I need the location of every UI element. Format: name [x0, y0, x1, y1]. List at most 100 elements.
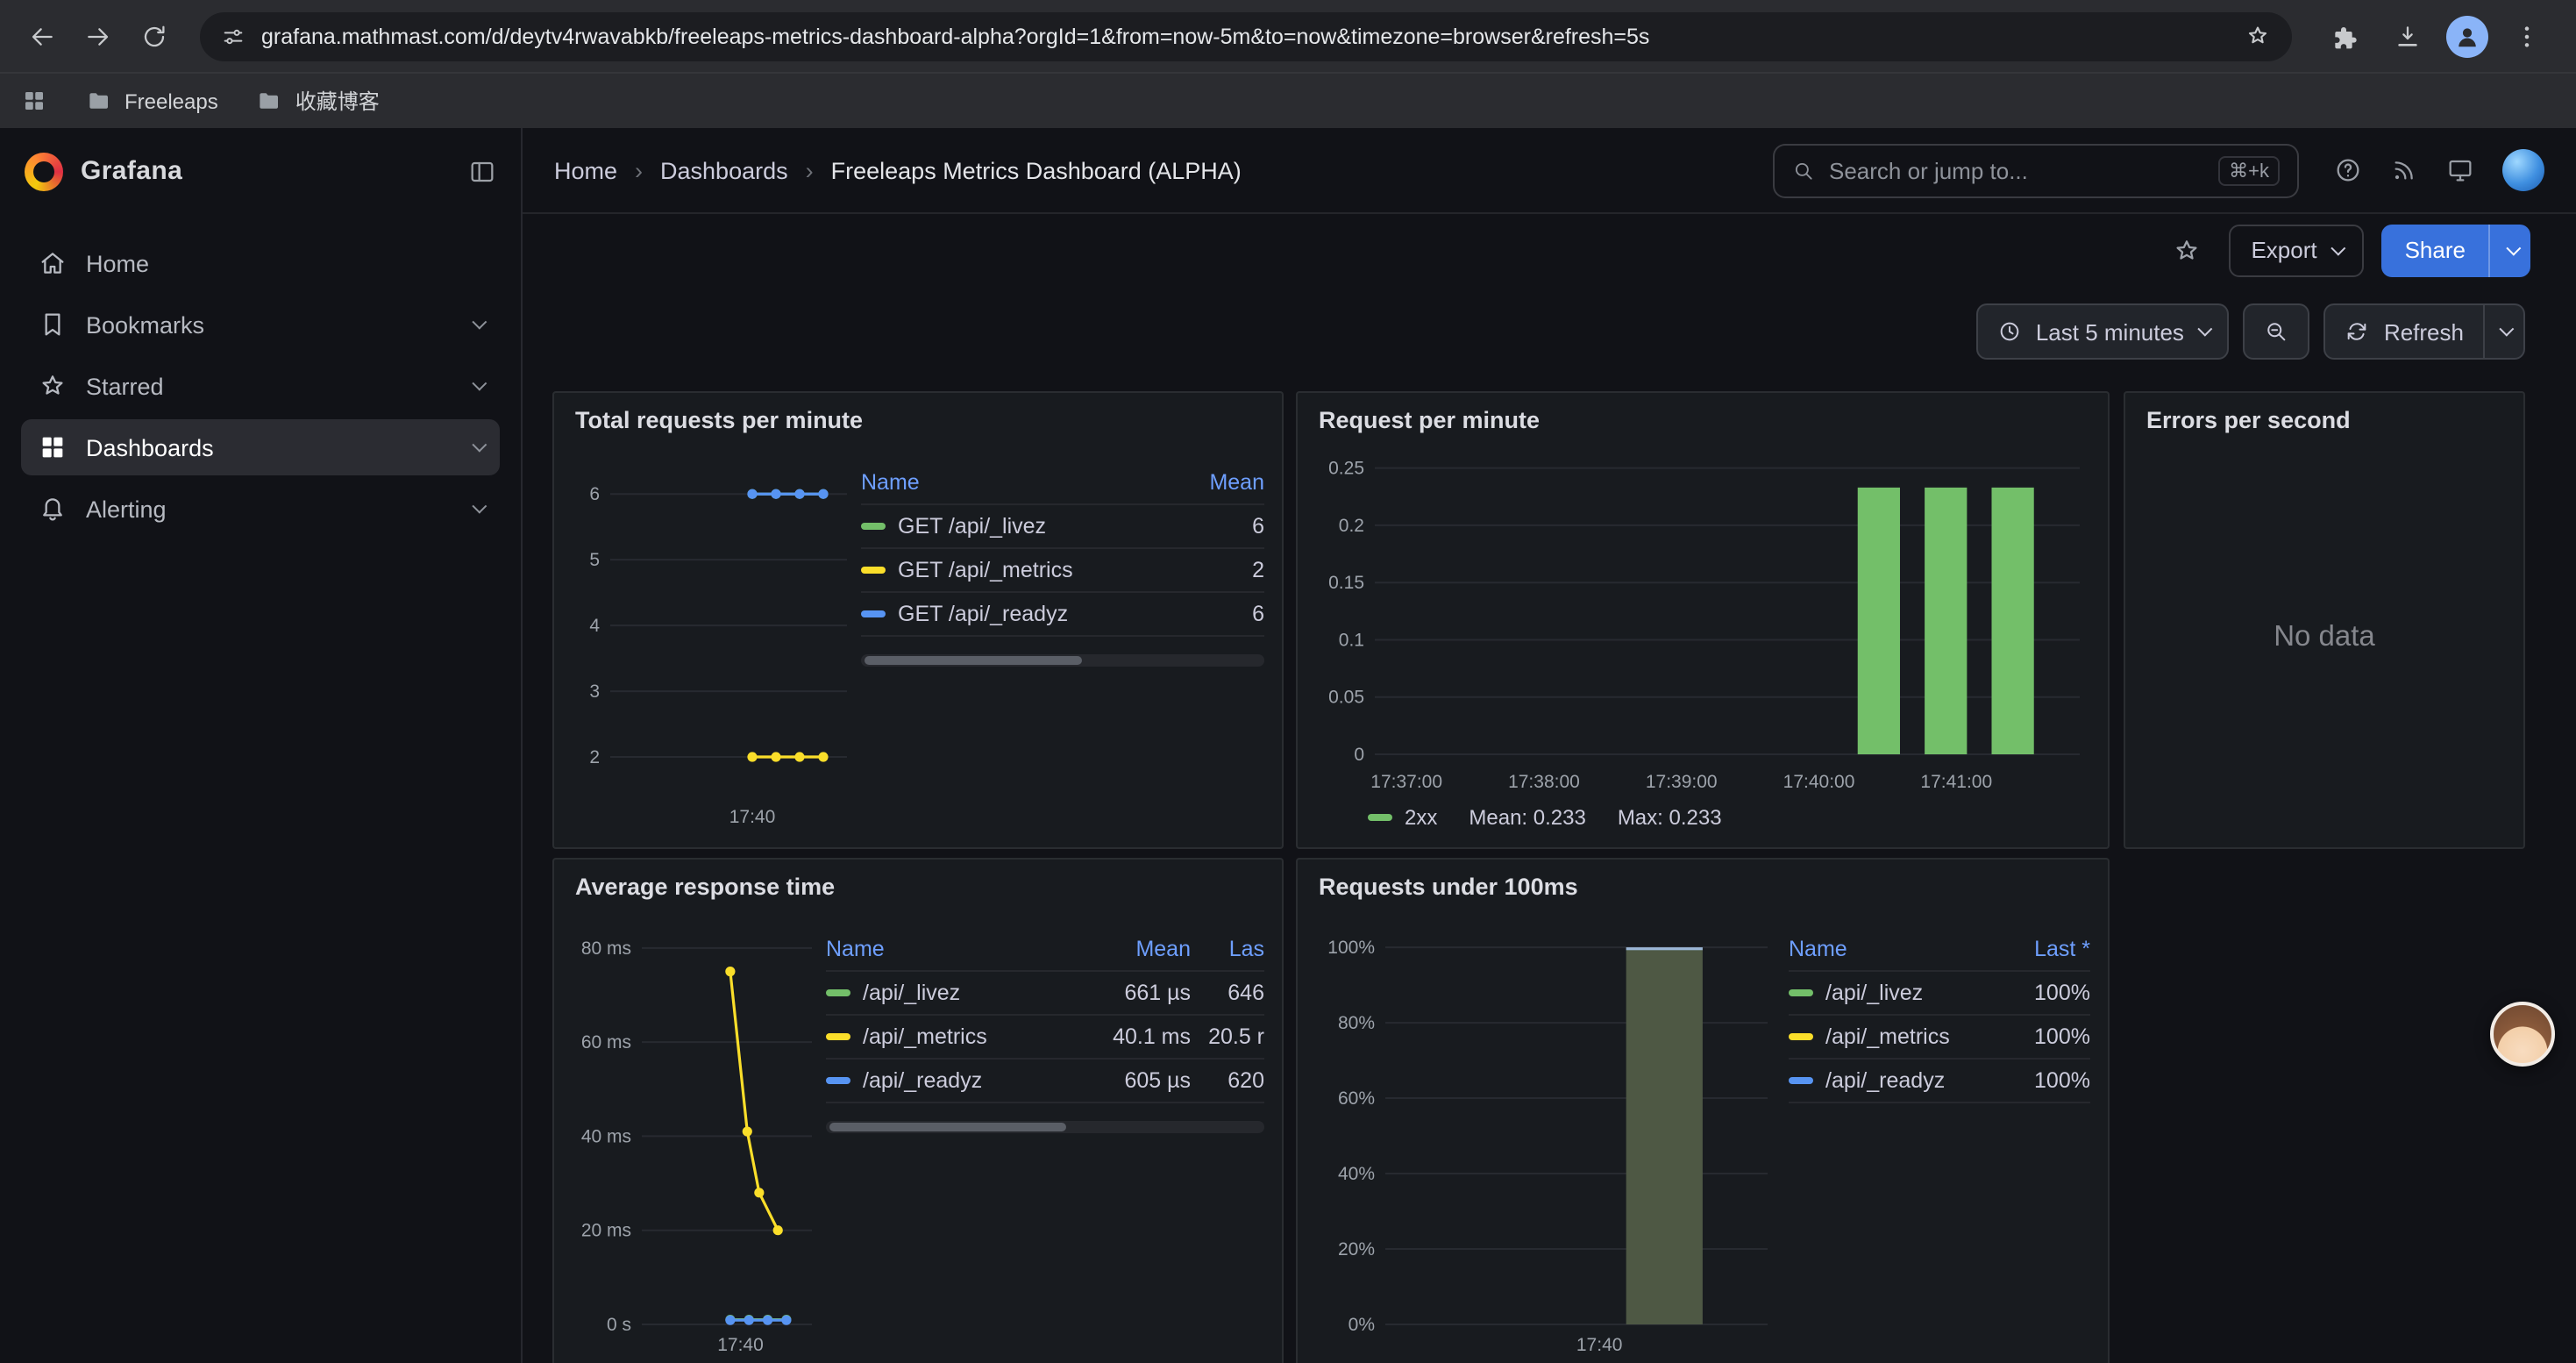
svg-text:0%: 0% [1348, 1315, 1375, 1335]
panel-title[interactable]: Errors per second [2146, 407, 2506, 433]
share-menu-button[interactable] [2488, 224, 2530, 276]
series-name[interactable]: GET /api/_metrics [898, 558, 1073, 582]
reload-button[interactable] [130, 11, 179, 61]
average-response-time-chart[interactable]: 80 ms60 ms40 ms20 ms0 s17:40 [572, 907, 826, 1363]
legend-header-mean[interactable]: Mean [1082, 937, 1191, 961]
sidebar-item-dashboards[interactable]: Dashboards [21, 419, 500, 475]
series-name[interactable]: /api/_metrics [1825, 1024, 1950, 1049]
user-avatar[interactable] [2502, 149, 2544, 191]
legend-header-name[interactable]: Name [1789, 937, 1985, 961]
monitor-icon[interactable] [2446, 156, 2474, 184]
bookmark-folder-blog[interactable]: 收藏博客 [257, 86, 380, 116]
legend-header-last[interactable]: Last * [1985, 937, 2090, 961]
export-label: Export [2251, 237, 2316, 263]
series-color-swatch [861, 567, 886, 574]
share-split-button: Share [2382, 224, 2530, 276]
apps-grid-icon[interactable] [21, 88, 47, 114]
scrollbar-thumb[interactable] [829, 1123, 1066, 1131]
refresh-icon [2345, 319, 2370, 344]
chevron-down-icon[interactable] [472, 438, 487, 453]
series-name[interactable]: /api/_readyz [1825, 1068, 1945, 1093]
legend-series[interactable]: 2xx [1368, 805, 1437, 830]
legend-header-last[interactable]: Las [1191, 937, 1264, 961]
series-last: 100% [1985, 1068, 2090, 1093]
legend-header-mean[interactable]: Mean [1166, 470, 1264, 495]
sidebar-item-home[interactable]: Home [21, 235, 500, 291]
browser-toolbar [0, 0, 2576, 72]
grafana-logo[interactable] [25, 152, 63, 190]
dashboard-toolbar: Export Share [523, 214, 2576, 286]
share-button[interactable]: Share [2382, 224, 2488, 276]
time-range-picker[interactable]: Last 5 minutes [1976, 303, 2230, 360]
assistant-avatar-overlay[interactable] [2490, 1002, 2555, 1067]
sidebar-header: Grafana [0, 128, 521, 214]
extensions-icon[interactable] [2320, 11, 2369, 61]
svg-text:3: 3 [589, 682, 600, 702]
search-input[interactable] [1829, 157, 2204, 183]
news-icon[interactable] [2390, 156, 2418, 184]
series-last: 100% [1985, 981, 2090, 1005]
panel-title[interactable]: Average response time [575, 874, 1264, 900]
forward-button[interactable] [74, 11, 123, 61]
legend-header-name[interactable]: Name [826, 937, 1082, 961]
back-button[interactable] [18, 11, 67, 61]
total-requests-chart[interactable]: 6543217:40 [572, 440, 861, 835]
bookmark-star-icon[interactable] [2245, 23, 2271, 49]
svg-text:0.05: 0.05 [1328, 688, 1364, 708]
chevron-down-icon[interactable] [472, 315, 487, 330]
browser-menu-icon[interactable] [2502, 11, 2551, 61]
series-name[interactable]: /api/_livez [863, 981, 960, 1005]
downloads-icon[interactable] [2383, 11, 2432, 61]
legend-row: GET /api/_readyz 6 [861, 593, 1264, 637]
panel-title[interactable]: Total requests per minute [575, 407, 1264, 433]
svg-text:40%: 40% [1338, 1164, 1375, 1184]
bookmarks-bar: Freeleaps 收藏博客 [0, 72, 2576, 128]
export-button[interactable]: Export [2228, 224, 2364, 276]
series-color-swatch [1789, 990, 1813, 996]
legend-row: /api/_metrics 100% [1789, 1016, 2090, 1060]
time-controls: Last 5 minutes Refresh [1976, 303, 2525, 360]
sidebar-item-starred[interactable]: Starred [21, 358, 500, 414]
svg-text:60 ms: 60 ms [581, 1032, 631, 1053]
svg-text:0.2: 0.2 [1339, 516, 1364, 536]
sidebar-item-alerting[interactable]: Alerting [21, 481, 500, 537]
series-color-swatch [826, 990, 850, 996]
bookmark-folder-freeleaps[interactable]: Freeleaps [86, 88, 218, 114]
breadcrumb-dashboards[interactable]: Dashboards [660, 157, 788, 183]
svg-text:17:37:00: 17:37:00 [1370, 772, 1442, 792]
legend-scrollbar[interactable] [861, 654, 1264, 667]
favorite-star-icon[interactable] [2161, 225, 2210, 275]
toolbar-right [2313, 11, 2558, 61]
refresh-button[interactable]: Refresh [2324, 303, 2485, 360]
chevron-down-icon[interactable] [472, 376, 487, 391]
omnibox[interactable] [200, 11, 2292, 61]
series-name[interactable]: /api/_readyz [863, 1068, 982, 1093]
legend-scrollbar[interactable] [826, 1121, 1264, 1133]
zoom-out-button[interactable] [2244, 303, 2310, 360]
url-input[interactable] [261, 24, 2229, 48]
series-name[interactable]: /api/_metrics [863, 1024, 987, 1049]
series-name[interactable]: GET /api/_livez [898, 514, 1046, 539]
screen: Freeleaps 收藏博客 Grafana Home [0, 0, 2576, 1363]
main-area: Home › Dashboards › Freeleaps Metrics Da… [523, 128, 2576, 1363]
panel-title[interactable]: Requests under 100ms [1319, 874, 2090, 900]
legend-header-name[interactable]: Name [861, 470, 1166, 495]
breadcrumb-home[interactable]: Home [554, 157, 617, 183]
panel-title[interactable]: Request per minute [1319, 407, 2090, 433]
sidebar-item-bookmarks[interactable]: Bookmarks [21, 296, 500, 353]
search-box[interactable]: ⌘+k [1773, 143, 2299, 197]
sidebar-toggle-icon[interactable] [468, 157, 496, 185]
series-color-swatch [1789, 1078, 1813, 1084]
refresh-interval-button[interactable] [2485, 303, 2525, 360]
series-name[interactable]: GET /api/_readyz [898, 602, 1068, 626]
sidebar-nav: Home Bookmarks Starred D [0, 214, 521, 558]
svg-text:5: 5 [589, 550, 600, 570]
request-per-minute-chart[interactable]: 0.250.20.150.10.05017:37:0017:38:0017:39… [1315, 440, 2090, 800]
site-info-icon[interactable] [221, 24, 246, 48]
chevron-down-icon[interactable] [472, 499, 487, 514]
requests-under-100ms-chart[interactable]: 100%80%60%40%20%0%17:40 [1315, 907, 1789, 1363]
series-name[interactable]: /api/_livez [1825, 981, 1923, 1005]
scrollbar-thumb[interactable] [865, 656, 1082, 665]
help-icon[interactable] [2334, 156, 2362, 184]
browser-profile-avatar[interactable] [2446, 15, 2488, 57]
